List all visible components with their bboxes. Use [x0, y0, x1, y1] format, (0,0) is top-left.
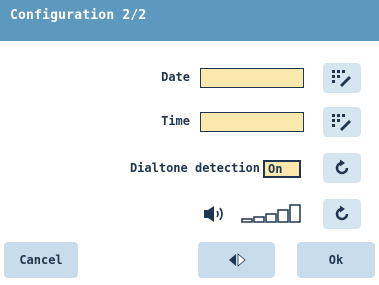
volume-bars-icon[interactable] [240, 200, 306, 224]
volume-bar [277, 209, 289, 223]
time-edit-button[interactable] [323, 107, 361, 137]
keypad-edit-icon [332, 114, 351, 131]
date-field[interactable] [200, 68, 304, 88]
navigate-button[interactable] [198, 242, 275, 278]
speaker-icon [204, 206, 223, 222]
time-field[interactable] [200, 112, 304, 132]
left-right-arrows-icon [228, 253, 246, 267]
volume-bar [265, 213, 277, 223]
dialtone-toggle-button[interactable] [323, 153, 361, 183]
reset-icon [335, 205, 349, 221]
title-bar: Configuration 2/2 [0, 0, 379, 44]
reset-icon [335, 159, 349, 175]
dialtone-detection-value[interactable]: On [263, 160, 301, 178]
date-label: Date [161, 70, 190, 84]
volume-bar [241, 218, 253, 223]
volume-adjust-button[interactable] [323, 199, 361, 229]
ok-button[interactable]: Ok [297, 242, 375, 278]
volume-bar [253, 216, 265, 223]
time-label: Time [161, 114, 190, 128]
volume-bar [289, 204, 301, 223]
page-title: Configuration 2/2 [10, 8, 147, 23]
date-edit-button[interactable] [323, 63, 361, 93]
cancel-button[interactable]: Cancel [4, 242, 78, 278]
keypad-edit-icon [332, 70, 351, 87]
dialtone-detection-label: Dialtone detection [129, 161, 260, 175]
